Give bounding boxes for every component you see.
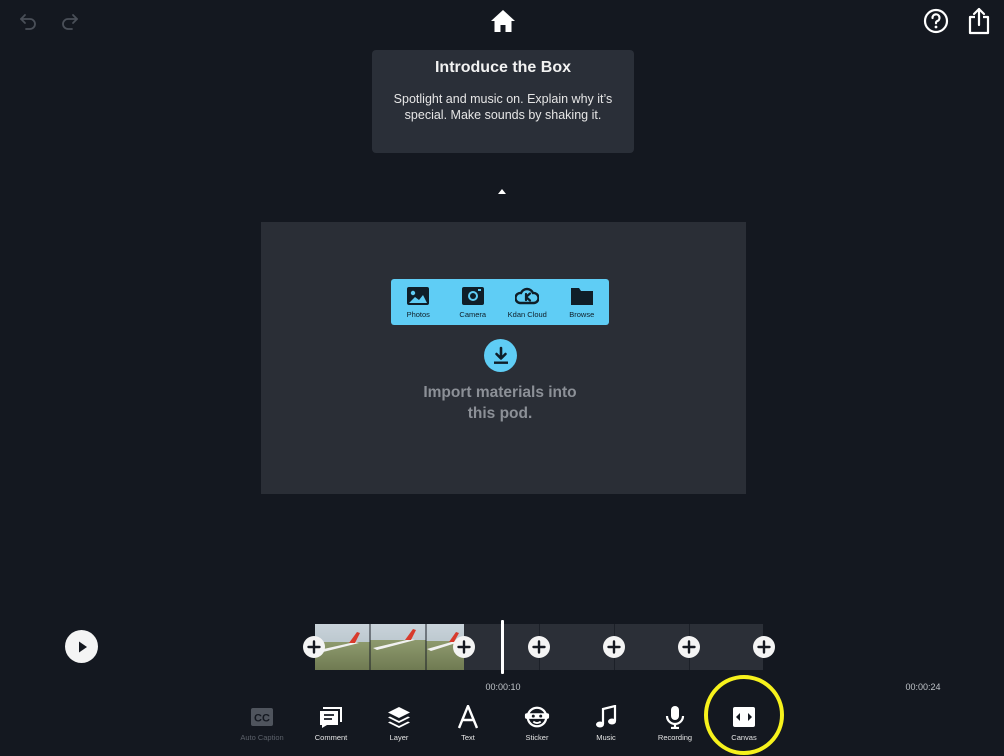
plus-icon xyxy=(307,640,321,654)
layer-button[interactable]: Layer xyxy=(368,704,430,744)
microphone-icon xyxy=(662,704,688,730)
import-source-bar: Photos Camera Kdan Cloud Browse xyxy=(391,279,609,325)
kdan-cloud-icon xyxy=(515,287,540,305)
folder-icon xyxy=(570,288,593,305)
total-time: 00:00:24 xyxy=(905,682,941,692)
undo-icon[interactable] xyxy=(16,9,40,33)
layer-label: Layer xyxy=(389,733,409,742)
import-message-line-2: this pod. xyxy=(467,405,533,422)
comment-button[interactable]: Comment xyxy=(300,704,362,744)
share-icon[interactable] xyxy=(965,5,993,37)
current-time: 00:00:10 xyxy=(485,682,521,692)
text-icon xyxy=(455,704,481,730)
comment-icon xyxy=(318,704,344,730)
add-clip-button[interactable] xyxy=(453,636,475,658)
auto-caption-label: Auto Caption xyxy=(240,733,284,742)
auto-caption-button[interactable]: CC Auto Caption xyxy=(231,704,293,744)
home-icon[interactable] xyxy=(489,7,517,35)
import-browse-button[interactable]: Browse xyxy=(555,279,610,325)
add-clip-button[interactable] xyxy=(753,636,775,658)
import-camera-button[interactable]: Camera xyxy=(446,279,501,325)
scene-description: Spotlight and music on. Explain why it’s… xyxy=(393,92,613,122)
canvas-pod[interactable]: Photos Camera Kdan Cloud Browse Import m… xyxy=(261,222,746,494)
music-label: Music xyxy=(596,733,616,742)
sticker-label: Sticker xyxy=(525,733,549,742)
plus-icon xyxy=(457,640,471,654)
add-clip-button[interactable] xyxy=(303,636,325,658)
import-kdan-cloud-button[interactable]: Kdan Cloud xyxy=(500,279,555,325)
import-photos-button[interactable]: Photos xyxy=(391,279,446,325)
add-clip-button[interactable] xyxy=(678,636,700,658)
plus-icon xyxy=(757,640,771,654)
scene-info-card[interactable]: Introduce the Box Spotlight and music on… xyxy=(372,50,634,194)
import-photos-label: Photos xyxy=(406,310,430,319)
comment-label: Comment xyxy=(314,733,348,742)
svg-text:CC: CC xyxy=(254,713,270,725)
recording-button[interactable]: Recording xyxy=(644,704,706,744)
play-button[interactable] xyxy=(65,630,98,663)
add-clip-button[interactable] xyxy=(603,636,625,658)
plus-icon xyxy=(682,640,696,654)
plus-icon xyxy=(607,640,621,654)
music-button[interactable]: Music xyxy=(575,704,637,744)
layers-icon xyxy=(386,704,412,730)
camera-icon xyxy=(461,287,484,305)
help-icon[interactable] xyxy=(921,6,951,36)
text-button[interactable]: Text xyxy=(437,704,499,744)
closed-caption-icon: CC xyxy=(249,704,275,730)
sticker-button[interactable]: Sticker xyxy=(506,704,568,744)
scene-title: Introduce the Box xyxy=(434,59,571,76)
highlight-ring xyxy=(704,675,784,755)
airplane-thumbnail-strip xyxy=(315,624,464,670)
redo-icon[interactable] xyxy=(58,9,82,33)
music-note-icon xyxy=(593,704,619,730)
recording-label: Recording xyxy=(657,733,693,742)
import-camera-label: Camera xyxy=(459,310,487,319)
import-kdan-cloud-label: Kdan Cloud xyxy=(507,310,547,319)
add-clip-button[interactable] xyxy=(528,636,550,658)
import-message-line-1: Import materials into xyxy=(423,384,577,401)
playhead[interactable] xyxy=(501,620,504,674)
photos-icon xyxy=(407,287,430,305)
import-message: Import materials into this pod. xyxy=(391,382,609,424)
plus-icon xyxy=(532,640,546,654)
text-label: Text xyxy=(461,733,475,742)
download-icon[interactable] xyxy=(484,339,517,372)
play-icon xyxy=(78,641,87,652)
collapse-arrow-icon[interactable] xyxy=(498,189,506,194)
video-clip-thumbnails[interactable] xyxy=(315,624,464,670)
import-browse-label: Browse xyxy=(569,310,595,319)
sticker-icon xyxy=(524,704,550,730)
